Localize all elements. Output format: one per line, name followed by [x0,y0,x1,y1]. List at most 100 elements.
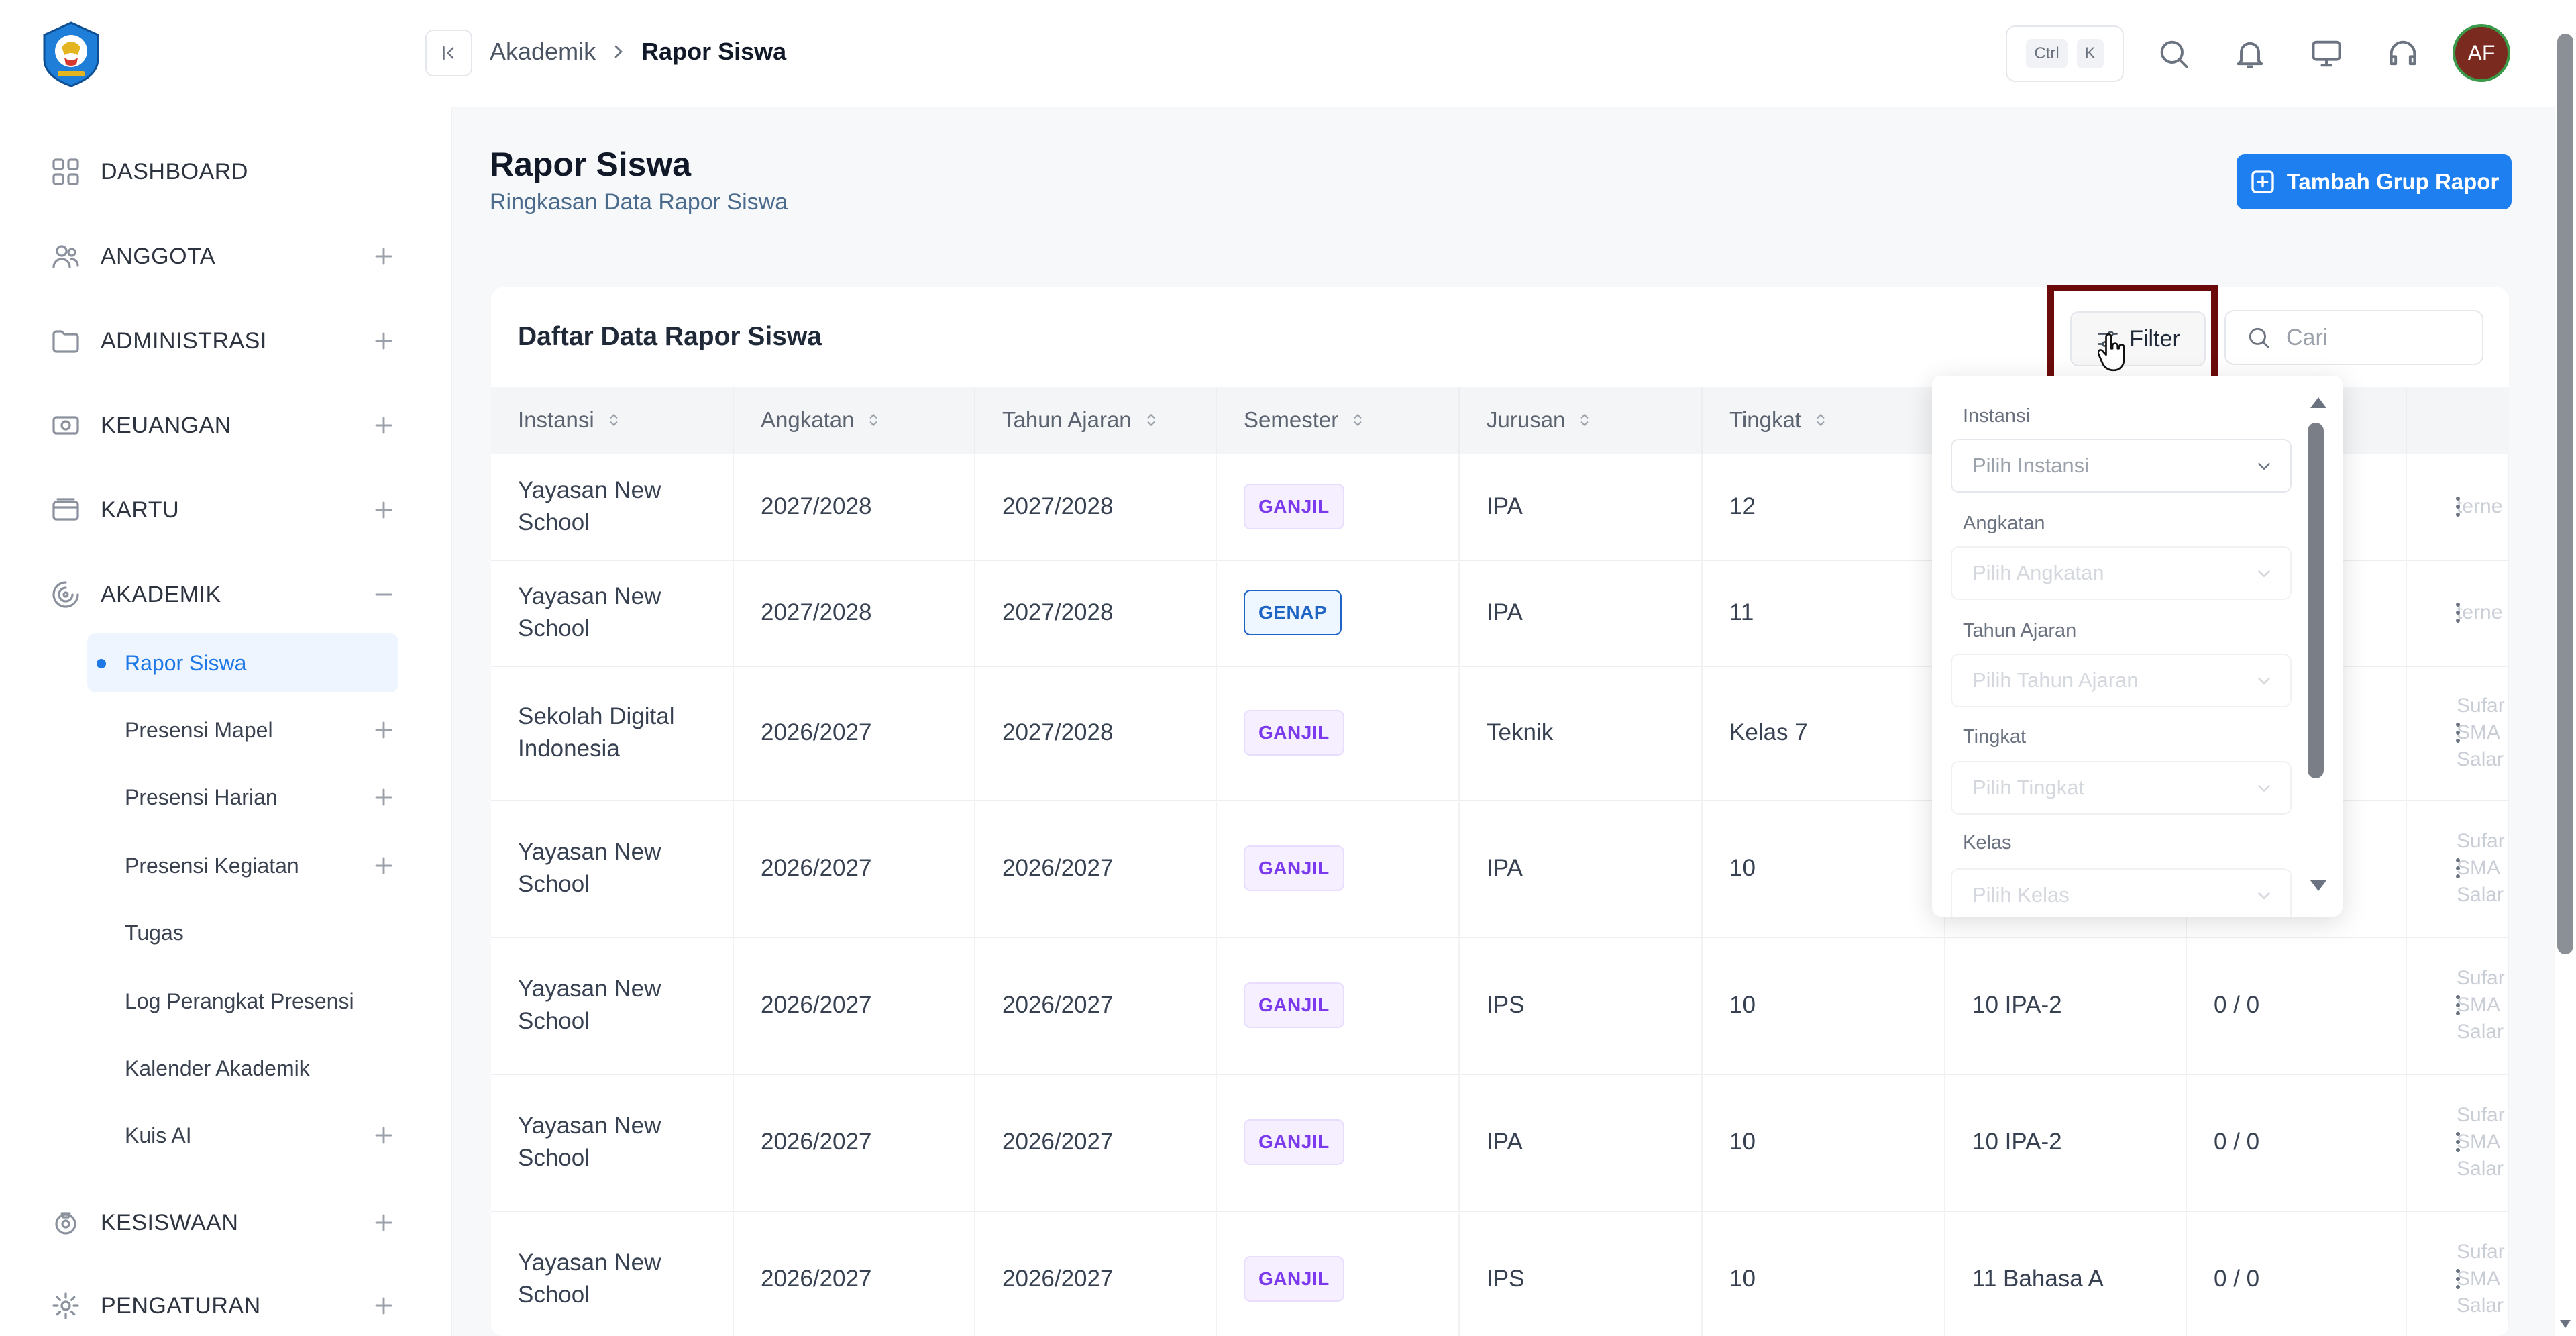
command-shortcut[interactable]: Ctrl K [2006,25,2124,82]
tingkat-value: 11 [1729,599,1754,625]
sidebar-subitem-presensi-harian[interactable]: Presensi Harian [87,768,398,827]
more-vertical-icon[interactable] [2454,992,2462,1019]
tahun-ajaran-value: 2027/2028 [1002,493,1114,519]
collapse-sidebar-button[interactable] [425,30,472,76]
sort-icon[interactable] [1565,411,1593,429]
sidebar-subitem-rapor-siswa[interactable]: Rapor Siswa [87,633,398,692]
expand-plus-icon[interactable] [369,326,398,356]
instansi-line-1: Sekolah Digital [518,703,675,729]
sidebar-item-akademik[interactable]: AKADEMIK [50,568,398,621]
column-header-instansi[interactable]: Instansi [491,387,734,454]
table-row[interactable]: Yayasan New School 2026/2027 2026/2027 GANJI… [491,937,2509,1075]
sort-icon[interactable] [1132,411,1160,429]
sidebar-item-keuangan[interactable]: KEUANGAN [50,399,398,452]
sort-icon[interactable] [1338,411,1366,429]
tahun-ajaran-value: 2027/2028 [1002,599,1114,625]
sidebar-subitem-presensi-kegiatan[interactable]: Presensi Kegiatan [87,836,398,895]
angkatan-value: 2026/2027 [761,1129,872,1155]
filter-label-tingkat: Tingkat [1963,726,2027,748]
count-value: 0 / 0 [2214,992,2260,1018]
sidebar-subitem-kuis-ai[interactable]: Kuis AI [87,1106,398,1165]
extra-text: Sufar [2457,1104,2505,1126]
more-vertical-icon[interactable] [2454,1266,2462,1292]
expand-plus-icon[interactable] [369,1121,398,1150]
filter-select-angkatan[interactable]: Pilih Angkatan [1951,546,2292,600]
sidebar-subitem-log-perangkat-presensi[interactable]: Log Perangkat Presensi [87,972,398,1031]
sidebar-item-kartu[interactable]: KARTU [50,483,398,537]
column-header-jurusan[interactable]: Jurusan [1460,387,1703,454]
filter-select-instansi[interactable]: Pilih Instansi [1951,439,2292,493]
monitor-icon[interactable] [2309,36,2344,71]
expand-plus-icon[interactable] [369,715,398,745]
expand-plus-icon[interactable] [369,1208,398,1237]
cell-kelas: 10 IPA-2 [1945,937,2187,1074]
expand-plus-icon[interactable] [369,411,398,440]
more-vertical-icon[interactable] [2454,855,2462,882]
jurusan-value: IPA [1487,855,1523,881]
expand-plus-icon[interactable] [369,495,398,525]
sidebar-subitem-tugas[interactable]: Tugas [87,903,398,962]
filter-scrollbar-thumb[interactable] [2308,423,2324,778]
tahun-ajaran-value: 2026/2027 [1002,1129,1114,1155]
users-icon [50,240,82,272]
cell-tahun-ajaran: 2027/2028 [975,666,1217,800]
tut-wuri-handayani-logo[interactable] [38,20,105,87]
sort-icon[interactable] [1801,411,1829,429]
sidebar-subitem-label: Kuis AI [125,1123,192,1147]
search-box[interactable] [2224,310,2483,365]
expand-plus-icon[interactable] [369,1291,398,1321]
cell-tingkat: 10 [1703,1074,1945,1211]
sidebar-item-anggota[interactable]: ANGGOTA [50,229,398,283]
cell-jurusan: IPA [1460,560,1703,666]
sidebar-item-dashboard[interactable]: DASHBOARD [50,145,398,199]
search-input[interactable] [2285,323,2462,352]
sidebar-item-kesiswaan[interactable]: KESISWAAN [50,1196,398,1249]
semester-badge: GANJIL [1244,845,1344,891]
tingkat-value: Kelas 7 [1729,719,1808,746]
sort-icon[interactable] [854,411,882,429]
column-header-tingkat[interactable]: Tingkat [1703,387,1945,454]
add-report-group-button[interactable]: Tambah Grup Rapor [2237,154,2512,209]
cell-instansi: Yayasan New School [491,800,734,937]
filter-select-tahun-ajaran[interactable]: Pilih Tahun Ajaran [1951,654,2292,707]
column-header-angkatan[interactable]: Angkatan [734,387,975,454]
extra-text: Salar [2457,1021,2504,1043]
cell-semester: GENAP [1217,560,1460,666]
column-header-tahun-ajaran[interactable]: Tahun Ajaran [975,387,1217,454]
more-vertical-icon[interactable] [2454,1129,2462,1155]
filter-select-kelas[interactable]: Pilih Kelas [1951,868,2292,917]
cell-semester: GANJIL [1217,937,1460,1074]
more-vertical-icon[interactable] [2454,599,2462,626]
scroll-down-arrow-icon[interactable] [2557,1315,2573,1331]
more-vertical-icon[interactable] [2454,493,2462,520]
instansi-line-2: Indonesia [518,735,620,762]
avatar[interactable]: AF [2453,24,2510,82]
table-row[interactable]: Yayasan New School 2026/2027 2026/2027 GANJI… [491,1074,2509,1212]
filter-select-tingkat[interactable]: Pilih Tingkat [1951,761,2292,815]
more-vertical-icon[interactable] [2454,719,2462,746]
headset-icon[interactable] [2385,36,2420,71]
table-row[interactable]: Yayasan New School 2026/2027 2026/2027 GANJI… [491,1211,2509,1336]
page-scrollbar-thumb[interactable] [2557,34,2573,954]
sidebar-item-pengaturan[interactable]: PENGATURAN [50,1279,398,1333]
instansi-line-1: Yayasan New [518,583,661,609]
card-icon [50,494,82,526]
search-icon[interactable] [2156,36,2191,71]
expand-plus-icon[interactable] [369,242,398,271]
sort-icon[interactable] [594,411,623,429]
column-header-semester[interactable]: Semester [1217,387,1460,454]
sidebar-subitem-kalender-akademik[interactable]: Kalender Akademik [87,1039,398,1098]
bell-icon[interactable] [2233,36,2267,71]
folder-icon [50,325,82,357]
cell-tingkat: 10 [1703,1211,1945,1336]
cell-instansi: Yayasan New School [491,1211,734,1336]
collapse-minus-icon[interactable] [369,580,398,609]
column-label: Tingkat [1729,407,1801,432]
expand-plus-icon[interactable] [369,851,398,880]
expand-plus-icon[interactable] [369,782,398,812]
sidebar-subitem-presensi-mapel[interactable]: Presensi Mapel [87,701,398,760]
sidebar-item-administrasi[interactable]: ADMINISTRASI [50,314,398,368]
breadcrumb-akademik[interactable]: Akademik [490,38,596,66]
instansi-line-1: Yayasan New [518,839,661,865]
cell-angkatan: 2026/2027 [734,937,975,1074]
